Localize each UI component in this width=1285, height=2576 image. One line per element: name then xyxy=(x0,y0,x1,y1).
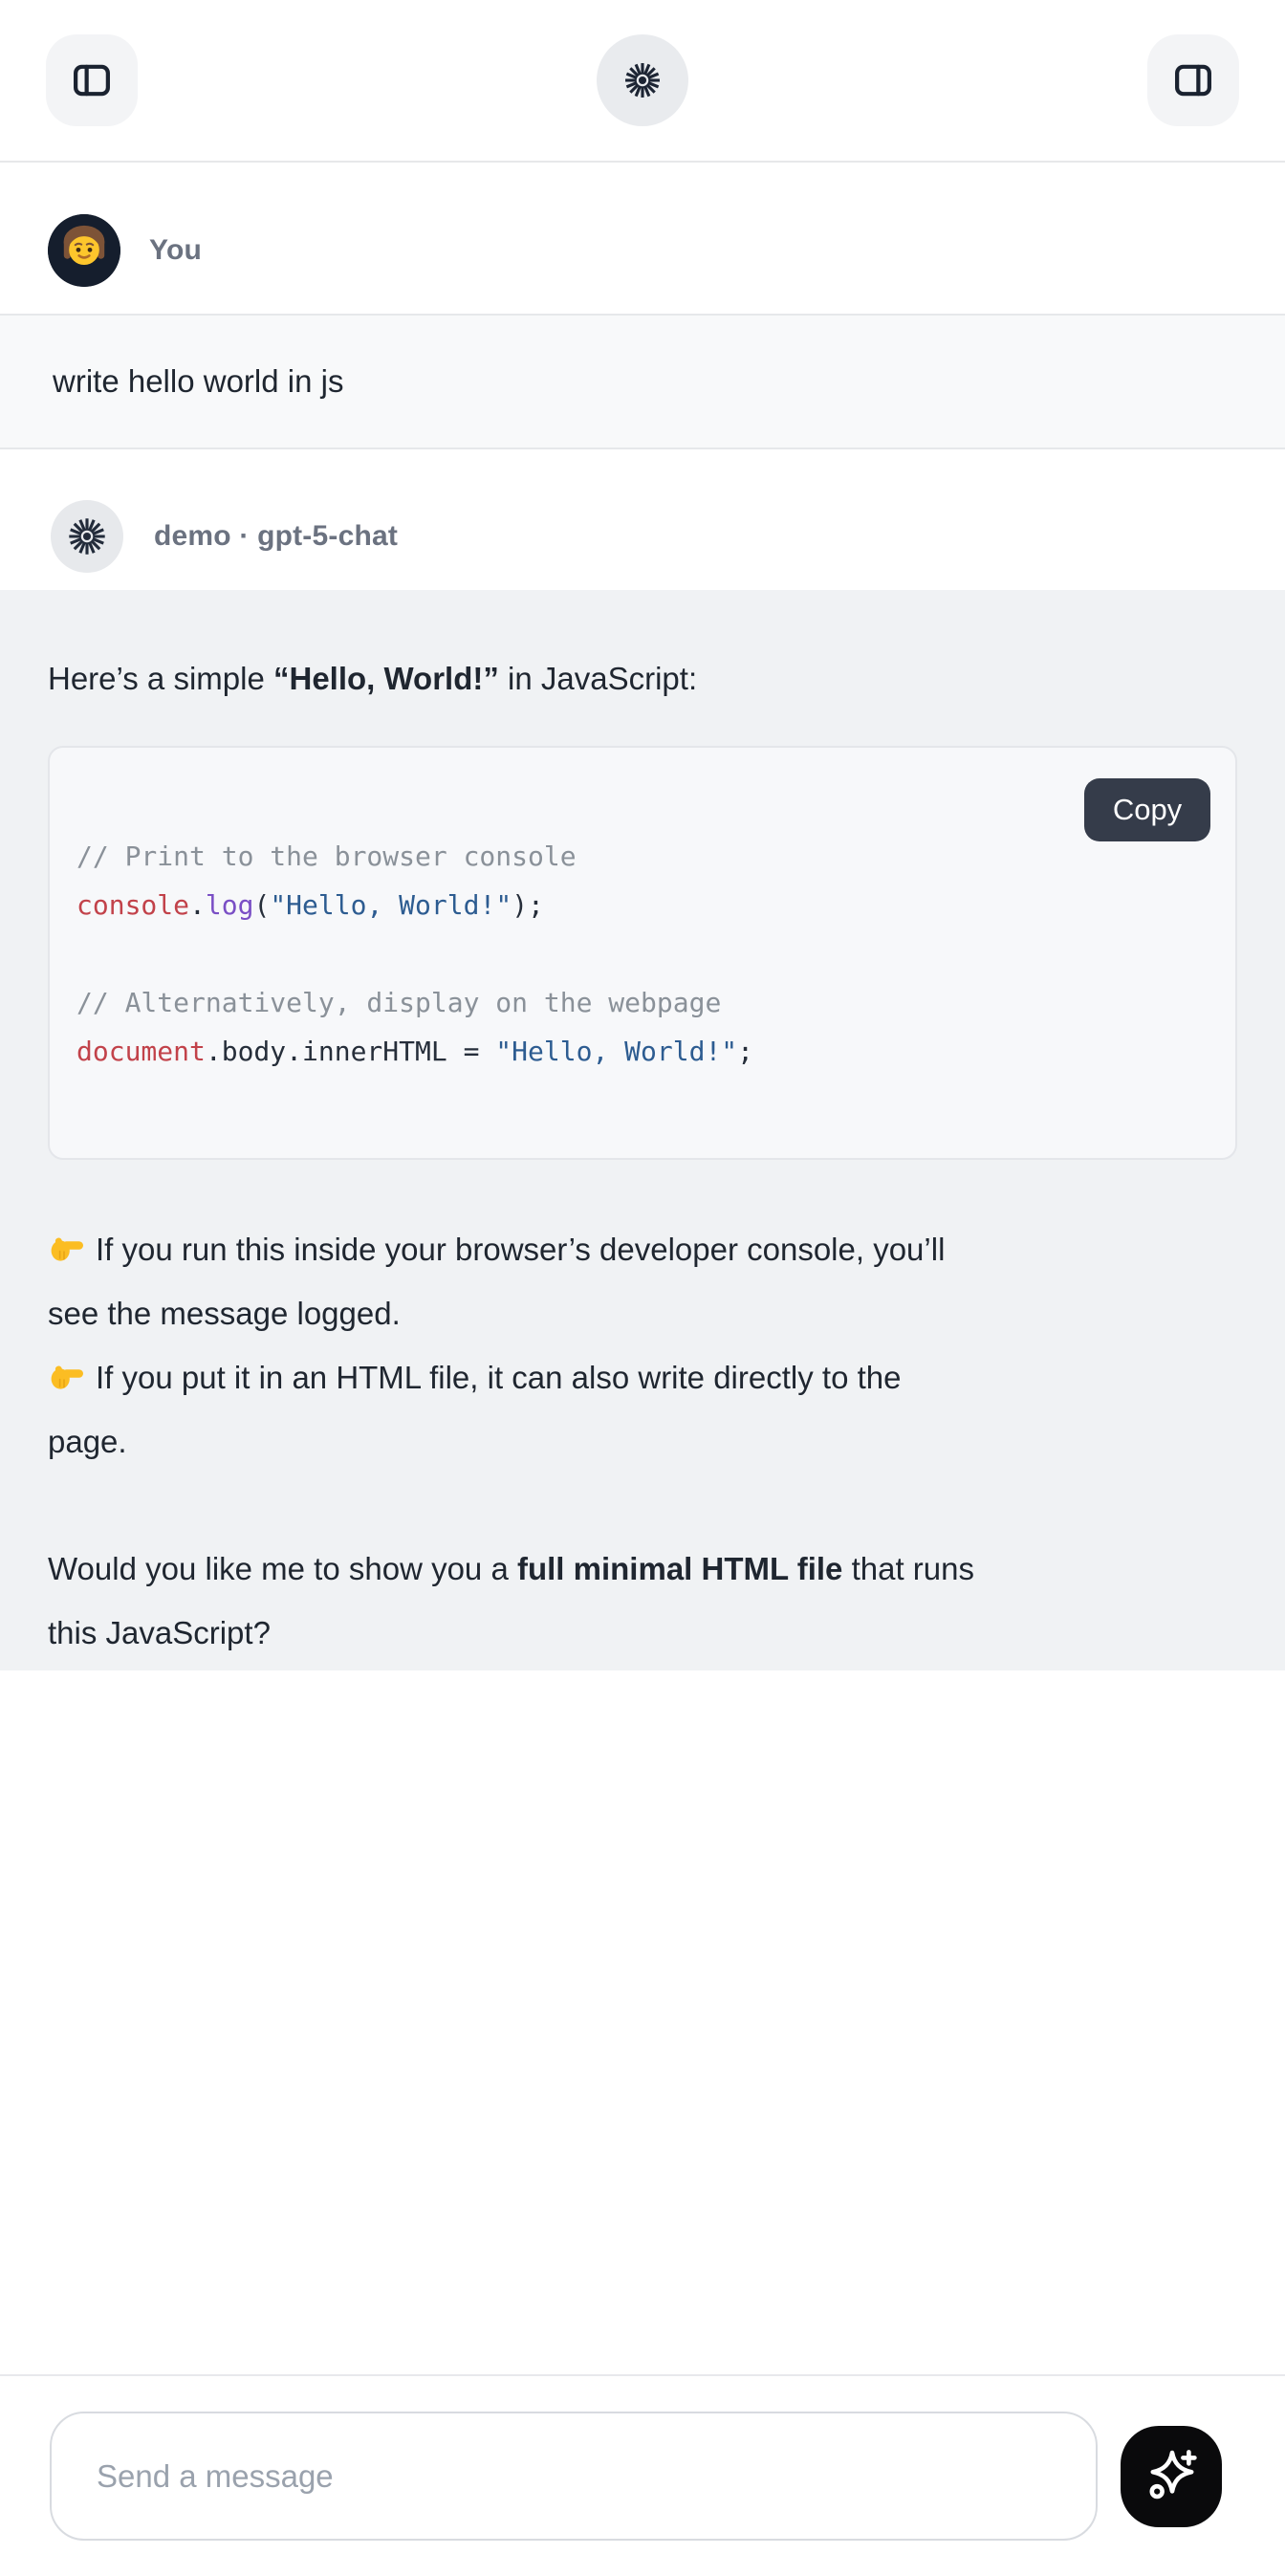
intro-paragraph: Here’s a simple “Hello, World!” in JavaS… xyxy=(48,646,1237,710)
intro-text-after: in JavaScript: xyxy=(499,661,697,696)
tip-text: If you put it in an HTML file, it can al… xyxy=(48,1360,901,1459)
code-token: console xyxy=(76,889,189,921)
code-comment: // Print to the browser console xyxy=(76,840,577,872)
assistant-avatar-starburst-icon xyxy=(51,500,123,573)
assistant-message-body: Here’s a simple “Hello, World!” in JavaS… xyxy=(0,590,1285,1670)
tips-paragraph: If you run this inside your browser’s de… xyxy=(48,1217,1237,1474)
code-token: document xyxy=(76,1036,206,1067)
question-text: Would you like me to show you a xyxy=(48,1551,517,1586)
code-token: "Hello, World!" xyxy=(270,889,512,921)
copy-button[interactable]: Copy xyxy=(1084,778,1210,841)
user-message-text: write hello world in js xyxy=(53,363,343,400)
code-token: .body.innerHTML = xyxy=(206,1036,495,1067)
point-right-icon xyxy=(48,1229,86,1267)
sidebar-toggle-button[interactable] xyxy=(46,34,138,126)
code-block: Copy // Print to the browser console con… xyxy=(48,746,1237,1160)
assistant-message-header: demo · gpt-5-chat xyxy=(0,449,1285,590)
assistant-sender-label: demo · gpt-5-chat xyxy=(154,520,398,553)
question-paragraph: Would you like me to show you a full min… xyxy=(48,1537,1237,1665)
chat-scroll-area[interactable]: You write hello world in js demo · gpt-5… xyxy=(0,163,1285,2374)
message-input[interactable] xyxy=(50,2412,1098,2541)
user-message-header: You xyxy=(0,163,1285,314)
sparkle-icon xyxy=(1141,2444,1202,2508)
assistant-message: demo · gpt-5-chat Here’s a simple “Hello… xyxy=(0,449,1285,1670)
point-right-icon xyxy=(48,1357,86,1395)
model-button[interactable] xyxy=(597,34,688,126)
send-button[interactable] xyxy=(1121,2426,1222,2527)
panel-right-icon xyxy=(1171,58,1215,102)
code-token: ); xyxy=(512,889,544,921)
question-bold-text: full minimal HTML file xyxy=(517,1551,842,1586)
code-content: // Print to the browser console console.… xyxy=(50,748,1235,1158)
code-token: "Hello, World!" xyxy=(495,1036,737,1067)
code-token: log xyxy=(206,889,254,921)
top-bar xyxy=(0,0,1285,163)
intro-text: Here’s a simple xyxy=(48,661,273,696)
user-message-body: write hello world in js xyxy=(0,314,1285,449)
code-comment: // Alternatively, display on the webpage xyxy=(76,987,721,1018)
user-message: You write hello world in js xyxy=(0,163,1285,449)
composer-bar xyxy=(0,2374,1285,2576)
code-token: ( xyxy=(253,889,270,921)
tip-text: If you run this inside your browser’s de… xyxy=(48,1232,945,1331)
user-sender-label: You xyxy=(149,234,202,267)
code-token: ; xyxy=(737,1036,753,1067)
starburst-icon xyxy=(621,59,664,101)
code-token: . xyxy=(189,889,206,921)
user-avatar xyxy=(48,214,120,287)
panel-toggle-button[interactable] xyxy=(1147,34,1239,126)
chat-app: You write hello world in js demo · gpt-5… xyxy=(0,0,1285,2576)
intro-bold-text: “Hello, World!” xyxy=(273,661,499,696)
panel-left-icon xyxy=(70,58,114,102)
